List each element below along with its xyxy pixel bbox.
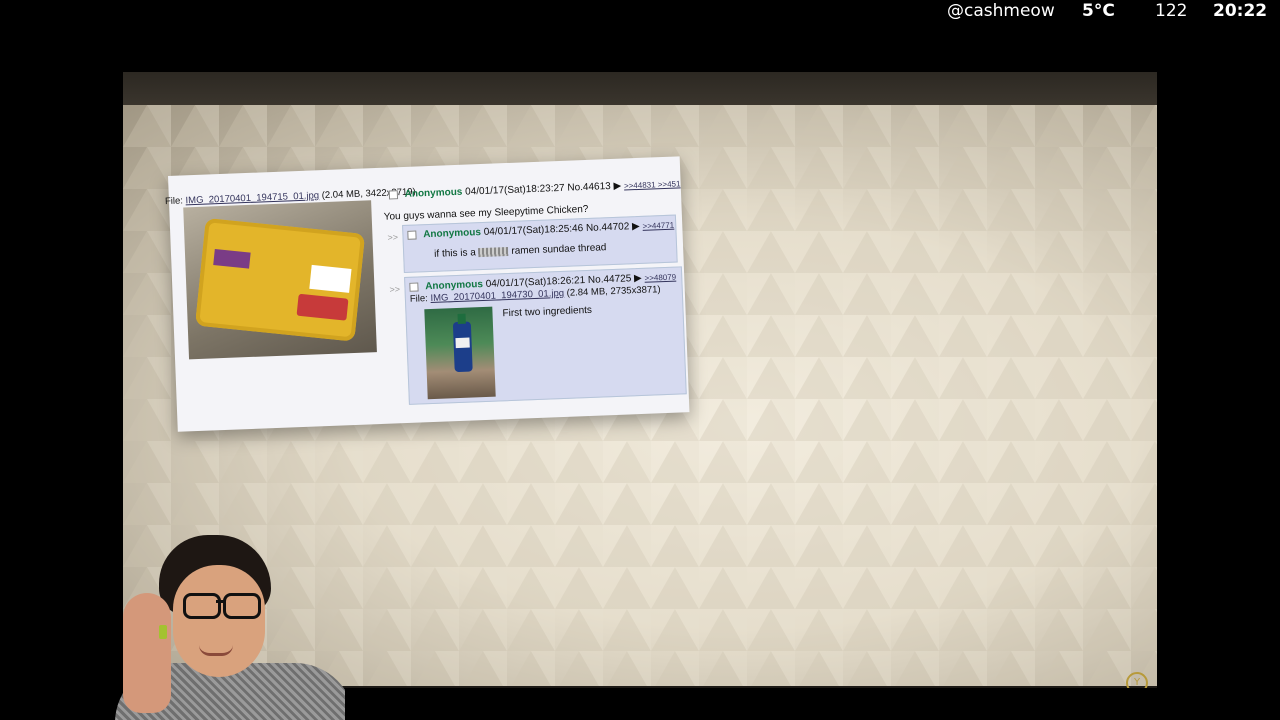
medicine-bottle-image bbox=[452, 321, 473, 373]
chicken-tray-image bbox=[195, 217, 366, 342]
thread-screenshot: File: IMG_20170401_194715_01.jpg (2.04 M… bbox=[164, 156, 690, 432]
reply-quote-links[interactable]: >>48079 bbox=[644, 273, 676, 283]
op-image[interactable] bbox=[183, 200, 377, 360]
reply-comment: First two ingredients bbox=[502, 304, 593, 320]
reply-checkbox[interactable] bbox=[407, 230, 417, 240]
pen-icon bbox=[159, 625, 167, 639]
status-time: 20:22 bbox=[1213, 1, 1268, 21]
reply-comment-prefix: if this is a bbox=[433, 247, 477, 260]
reply-quote-links[interactable]: >>44771 bbox=[642, 221, 674, 231]
op-menu-arrow-icon[interactable]: ▶ bbox=[613, 181, 621, 192]
reply-header: Anonymous 04/01/17(Sat)18:25:46 No.44702… bbox=[407, 220, 674, 241]
reply-checkbox[interactable] bbox=[409, 282, 419, 292]
op-datetime: 04/01/17(Sat)18:23:27 No.44613 bbox=[464, 181, 611, 198]
op-checkbox[interactable] bbox=[388, 190, 399, 200]
reply-arrow: >> bbox=[389, 284, 401, 295]
reply-poster-name: Anonymous bbox=[425, 278, 484, 293]
reply-datetime: 04/01/17(Sat)18:25:46 No.44702 bbox=[483, 221, 630, 238]
reply-image[interactable] bbox=[424, 306, 496, 400]
glasses-icon bbox=[183, 593, 261, 619]
watermark-badge-icon: Y bbox=[1126, 672, 1148, 688]
op-poster-name: Anonymous bbox=[404, 186, 463, 200]
reply-post: >> Anonymous 04/01/17(Sat)18:26:21 No.44… bbox=[389, 266, 687, 405]
reply-comment-suffix: ramen sundae thread bbox=[511, 242, 607, 257]
streamer-hand bbox=[123, 593, 171, 713]
op-file-label: File: bbox=[164, 195, 184, 208]
op-post-header: Anonymous 04/01/17(Sat)18:23:27 No.44613… bbox=[388, 178, 681, 200]
webcam-overlay bbox=[95, 535, 345, 720]
reply-poster-name: Anonymous bbox=[423, 227, 482, 241]
status-username: @cashmeow bbox=[947, 1, 1055, 21]
reply-post: >> Anonymous 04/01/17(Sat)18:25:46 No.44… bbox=[387, 214, 678, 274]
reply-arrow: >> bbox=[387, 232, 399, 243]
reply-menu-arrow-icon[interactable]: ▶ bbox=[632, 221, 640, 232]
status-count: 122 bbox=[1155, 1, 1188, 21]
reply-file-meta: (2.84 MB, 2735x3871) bbox=[566, 284, 661, 299]
op-quote-links[interactable]: >>44831 >>451 bbox=[624, 179, 681, 190]
censor-bar bbox=[478, 246, 509, 257]
reply-comment: if this is a ramen sundae thread bbox=[434, 242, 607, 260]
status-bar: @cashmeow 5°C 122 20:22 bbox=[0, 0, 1280, 24]
reply-menu-arrow-icon[interactable]: ▶ bbox=[634, 273, 642, 284]
reply-file-label: File: bbox=[409, 293, 429, 305]
video-top-bar bbox=[123, 72, 1157, 105]
streamer-face bbox=[173, 565, 265, 677]
status-temperature: 5°C bbox=[1082, 1, 1115, 21]
